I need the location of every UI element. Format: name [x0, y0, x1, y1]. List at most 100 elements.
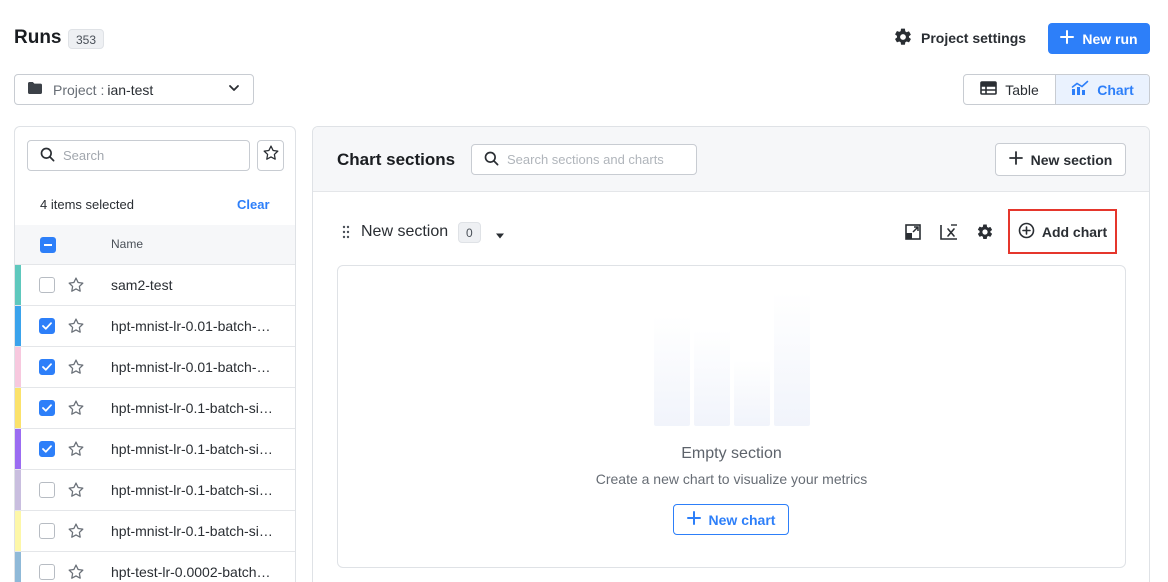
- run-name[interactable]: hpt-mnist-lr-0.1-batch-si…: [111, 441, 273, 457]
- run-checkbox[interactable]: [39, 400, 55, 416]
- charts-panel: Chart sections Search sections and chart…: [312, 126, 1150, 582]
- run-color-indicator: [15, 265, 21, 305]
- charts-toolbar: Chart sections Search sections and chart…: [313, 127, 1149, 192]
- run-name[interactable]: hpt-mnist-lr-0.01-batch-…: [111, 318, 271, 334]
- plus-icon: [1008, 151, 1023, 168]
- new-section-button[interactable]: New section: [995, 143, 1126, 176]
- star-icon[interactable]: [67, 563, 85, 582]
- new-chart-button[interactable]: New chart: [673, 504, 789, 535]
- project-selector-key: Project :: [53, 81, 105, 98]
- caret-down-icon[interactable]: [494, 228, 506, 246]
- run-row[interactable]: hpt-mnist-lr-0.01-batch-…: [15, 347, 295, 388]
- sections-search-placeholder: Search sections and charts: [507, 152, 664, 167]
- empty-section-subtitle: Create a new chart to visualize your met…: [595, 471, 868, 487]
- plus-icon: [686, 511, 701, 528]
- add-circle-icon: [1018, 222, 1035, 242]
- view-toggle: Table Chart: [963, 74, 1150, 105]
- run-row[interactable]: hpt-mnist-lr-0.1-batch-si…: [15, 429, 295, 470]
- runs-panel: Search 4 items selected Clear Name sam2-…: [14, 126, 296, 582]
- search-icon: [484, 151, 499, 169]
- project-selector-value: ian-test: [107, 81, 154, 98]
- project-settings-button[interactable]: Project settings: [893, 26, 1026, 50]
- chevron-down-icon: [227, 81, 241, 98]
- project-settings-label: Project settings: [921, 30, 1027, 46]
- run-row[interactable]: hpt-mnist-lr-0.1-batch-si…: [15, 470, 295, 511]
- run-name[interactable]: hpt-mnist-lr-0.1-batch-si…: [111, 400, 273, 416]
- name-column-header: Name: [111, 237, 144, 251]
- run-color-indicator: [15, 511, 21, 551]
- drag-handle-icon[interactable]: [341, 225, 351, 244]
- run-color-indicator: [15, 388, 21, 428]
- plus-icon: [1060, 30, 1075, 47]
- runs-search-input[interactable]: Search: [27, 140, 250, 171]
- runs-search-placeholder: Search: [63, 148, 105, 163]
- table-view-label: Table: [1005, 81, 1039, 98]
- sections-search-input[interactable]: Search sections and charts: [471, 144, 697, 175]
- run-checkbox[interactable]: [39, 318, 55, 334]
- run-row[interactable]: hpt-mnist-lr-0.1-batch-si…: [15, 388, 295, 429]
- run-count-badge: 353: [68, 29, 105, 49]
- expand-icon: [904, 223, 922, 246]
- chart-view-button[interactable]: Chart: [1056, 75, 1149, 104]
- star-icon[interactable]: [67, 399, 85, 422]
- table-view-button[interactable]: Table: [964, 75, 1056, 104]
- run-checkbox[interactable]: [39, 359, 55, 375]
- runs-list-header: Name: [15, 225, 295, 265]
- new-chart-label: New chart: [708, 511, 776, 528]
- gear-icon: [893, 27, 913, 50]
- run-color-indicator: [15, 347, 21, 387]
- run-row[interactable]: hpt-mnist-lr-0.1-batch-si…: [15, 511, 295, 552]
- run-color-indicator: [15, 429, 21, 469]
- section-settings-button[interactable]: [973, 222, 997, 246]
- search-icon: [40, 147, 55, 165]
- new-section-label: New section: [1030, 151, 1113, 168]
- chart-sections-title: Chart sections: [337, 150, 456, 169]
- project-selector[interactable]: Project : ian-test: [14, 74, 254, 105]
- star-icon[interactable]: [67, 440, 85, 463]
- star-icon[interactable]: [67, 358, 85, 381]
- run-name[interactable]: hpt-mnist-lr-0.1-batch-si…: [111, 523, 273, 539]
- run-name[interactable]: hpt-mnist-lr-0.1-batch-si…: [111, 482, 273, 498]
- new-run-label: New run: [1082, 30, 1138, 47]
- star-icon[interactable]: [67, 317, 85, 340]
- empty-chart-illustration: [654, 292, 810, 426]
- x-axis-settings-button[interactable]: [937, 222, 961, 246]
- chart-view-label: Chart: [1097, 81, 1134, 98]
- run-checkbox[interactable]: [39, 277, 55, 293]
- expand-section-button[interactable]: [901, 222, 925, 246]
- run-color-indicator: [15, 306, 21, 346]
- run-row[interactable]: hpt-mnist-lr-0.01-batch-…: [15, 306, 295, 347]
- run-name[interactable]: hpt-test-lr-0.0002-batch…: [111, 564, 271, 580]
- run-checkbox[interactable]: [39, 482, 55, 498]
- chart-icon: [1071, 80, 1089, 99]
- star-icon[interactable]: [67, 276, 85, 299]
- run-row[interactable]: hpt-test-lr-0.0002-batch…: [15, 552, 295, 582]
- star-icon[interactable]: [67, 481, 85, 504]
- select-all-checkbox[interactable]: [40, 237, 56, 253]
- x-axis-icon: [939, 223, 959, 246]
- starred-filter-button[interactable]: [257, 140, 284, 171]
- run-name[interactable]: sam2-test: [111, 277, 172, 293]
- section-chart-count: 0: [458, 222, 481, 243]
- run-color-indicator: [15, 470, 21, 510]
- empty-section-placeholder: Empty section Create a new chart to visu…: [337, 265, 1126, 568]
- add-chart-button[interactable]: Add chart: [1008, 209, 1117, 254]
- section-name[interactable]: New section: [361, 223, 448, 241]
- run-checkbox[interactable]: [39, 523, 55, 539]
- run-row[interactable]: sam2-test: [15, 265, 295, 306]
- run-color-indicator: [15, 552, 21, 582]
- selection-count: 4 items selected: [40, 197, 134, 212]
- table-icon: [980, 81, 998, 98]
- folder-icon: [27, 81, 43, 98]
- gear-icon: [976, 223, 994, 246]
- run-checkbox[interactable]: [39, 564, 55, 580]
- clear-selection-link[interactable]: Clear: [237, 197, 270, 212]
- run-checkbox[interactable]: [39, 441, 55, 457]
- star-icon: [262, 144, 280, 167]
- add-chart-label: Add chart: [1041, 223, 1108, 240]
- star-icon[interactable]: [67, 522, 85, 545]
- new-run-button[interactable]: New run: [1048, 23, 1150, 54]
- run-name[interactable]: hpt-mnist-lr-0.01-batch-…: [111, 359, 271, 375]
- empty-section-title: Empty section: [681, 445, 782, 462]
- page-title: Runs: [14, 27, 62, 48]
